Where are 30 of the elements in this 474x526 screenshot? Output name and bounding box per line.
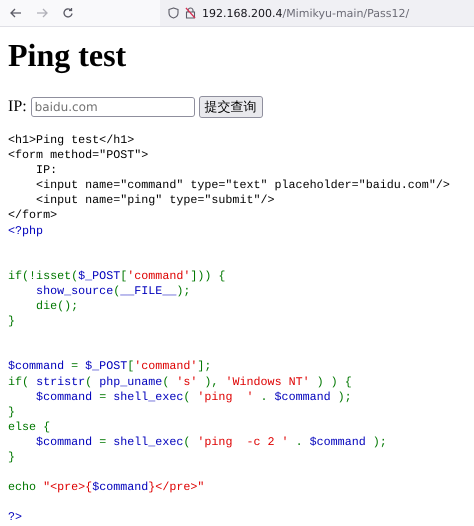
code-line: show_source(__FILE__); xyxy=(35,284,192,300)
code-line: </form> xyxy=(8,208,58,224)
code-line: <h1>Ping test</h1> xyxy=(8,133,136,148)
code-line: $command = shell_exec( 'ping -c 2 ' . $command ); xyxy=(35,434,388,450)
code-line: if( stristr( php_uname( 's' ), 'Windows NT' ) ) { xyxy=(8,374,353,390)
lock-slash-icon[interactable] xyxy=(185,7,196,19)
ip-label: IP: xyxy=(8,98,27,116)
code-line: } xyxy=(8,450,16,466)
code-line: <input name="command" type="text" placeholder="baidu.com"/> xyxy=(35,178,451,194)
code-line: else { xyxy=(8,420,52,435)
code-line: IP: xyxy=(35,163,58,178)
url-text[interactable]: 192.168.200.4/Mimikyu-main/Pass12/ xyxy=(202,6,410,20)
code-line: } xyxy=(8,404,16,420)
code-line: if(!isset($_POST['command'])) { xyxy=(8,268,226,284)
reload-icon[interactable] xyxy=(62,7,74,19)
code-line: $command = shell_exec( 'ping ' . $command ); xyxy=(35,390,353,405)
code-line: $command = $_POST['command']; xyxy=(8,359,212,374)
code-line: die(); xyxy=(35,299,80,314)
code-line: echo "<pre>{$command}</pre>" xyxy=(8,480,206,496)
shield-icon[interactable] xyxy=(168,7,179,19)
code-line: <form method="POST"> xyxy=(8,148,150,164)
ip-input-field[interactable]: baidu.com xyxy=(30,97,195,117)
code-line: <?php xyxy=(8,224,44,239)
code-line: } xyxy=(8,314,16,330)
code-line: ?> xyxy=(8,510,24,526)
code-line: <input name="ping" type="submit"/> xyxy=(35,193,276,208)
submit-button[interactable]: 提交查询 xyxy=(198,96,263,118)
back-icon[interactable] xyxy=(10,8,22,18)
address-bar[interactable]: 192.168.200.4/Mimikyu-main/Pass12/ xyxy=(160,0,474,26)
page-heading: Ping test xyxy=(8,37,128,74)
